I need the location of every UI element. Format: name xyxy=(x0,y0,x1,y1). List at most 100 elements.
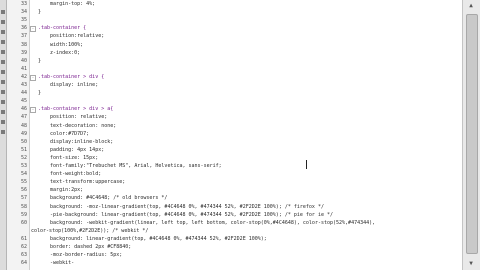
line-number: 64 xyxy=(20,260,27,266)
code-line[interactable]: 49 color:#7D7D7; xyxy=(0,130,462,138)
code-text[interactable]: background: -webkit-gradient(linear, lef… xyxy=(38,219,375,227)
line-number: 50 xyxy=(20,139,27,145)
line-number: 43 xyxy=(20,82,27,88)
line-number: 36 xyxy=(20,25,27,31)
code-line[interactable]: 56 margin:2px; xyxy=(0,186,462,194)
code-line[interactable]: 35 xyxy=(0,16,462,24)
text-cursor xyxy=(306,160,307,169)
line-number xyxy=(7,227,27,235)
line-number: 60 xyxy=(20,220,27,226)
line-number: 44 xyxy=(20,90,27,96)
vertical-scrollbar[interactable]: ▲ ▼ xyxy=(462,0,480,270)
code-line[interactable]: 61 background: linear-gradient(top, #4C4… xyxy=(0,235,462,243)
code-text[interactable]: font-size: 15px; xyxy=(38,154,98,162)
line-number: 61 xyxy=(20,236,27,242)
code-line[interactable]: 55 text-transform:uppercase; xyxy=(0,178,462,186)
code-text[interactable]: .tab-container { xyxy=(38,24,86,32)
line-number: 53 xyxy=(20,163,27,169)
code-text[interactable]: padding: 4px 14px; xyxy=(38,146,104,154)
code-line[interactable]: 45 xyxy=(0,97,462,105)
code-text[interactable]: background: linear-gradient(top, #4C4648… xyxy=(38,235,267,243)
code-text[interactable]: color:#7D7D7; xyxy=(38,130,89,138)
line-number: 63 xyxy=(20,252,27,258)
code-line[interactable]: 64 -webkit- xyxy=(0,259,462,267)
line-number: 54 xyxy=(20,171,27,177)
code-text[interactable]: -webkit- xyxy=(38,259,74,267)
code-line[interactable]: 37 position:relative; xyxy=(0,32,462,40)
code-line[interactable]: 41 xyxy=(0,65,462,73)
code-text[interactable]: -moz-border-radius: 5px; xyxy=(38,251,122,259)
line-number: 37 xyxy=(20,33,27,39)
code-line[interactable]: color-stop(100%,#2F2D2E)); /* webkit */ xyxy=(0,227,462,235)
code-line[interactable]: 60 background: -webkit-gradient(linear, … xyxy=(0,219,462,227)
code-line[interactable]: 43 display: inline; xyxy=(0,81,462,89)
line-number: 57 xyxy=(20,195,27,201)
code-line[interactable]: 38 width:100%; xyxy=(0,41,462,49)
line-number: 46 xyxy=(20,106,27,112)
code-text[interactable]: .tab-container > div > a{ xyxy=(38,105,113,113)
code-text[interactable]: text-transform:uppercase; xyxy=(38,178,125,186)
line-number: 48 xyxy=(20,123,27,129)
line-number: 38 xyxy=(20,42,27,48)
code-text[interactable]: display:inline-block; xyxy=(38,138,113,146)
code-line[interactable]: 34} xyxy=(0,8,462,16)
code-text[interactable]: color-stop(100%,#2F2D2E)); /* webkit */ xyxy=(31,227,148,235)
code-text[interactable]: width:100%; xyxy=(38,41,83,49)
scroll-down-icon[interactable]: ▼ xyxy=(466,260,476,268)
code-line[interactable]: 50 display:inline-block; xyxy=(0,138,462,146)
code-text[interactable]: .tab-container > div { xyxy=(38,73,104,81)
code-text[interactable]: text-decoration: none; xyxy=(38,122,116,130)
code-text[interactable]: position: relative; xyxy=(38,113,107,121)
code-text[interactable]: } xyxy=(38,8,41,16)
code-text[interactable]: font-weight:bold; xyxy=(38,170,101,178)
line-number: 62 xyxy=(20,244,27,250)
line-number: 39 xyxy=(20,50,27,56)
code-text[interactable]: z-index:0; xyxy=(38,49,80,57)
code-line[interactable]: 58 background: -moz-linear-gradient(top,… xyxy=(0,203,462,211)
line-number: 58 xyxy=(20,204,27,210)
code-line[interactable]: 46- .tab-container > div > a{ xyxy=(0,105,462,113)
code-text[interactable]: -pie-background: linear-gradient(top, #4… xyxy=(38,211,333,219)
code-line[interactable]: 54 font-weight:bold; xyxy=(0,170,462,178)
line-number: 34 xyxy=(20,9,27,15)
code-text[interactable]: position:relative; xyxy=(38,32,104,40)
line-number: 42 xyxy=(20,74,27,80)
line-number: 52 xyxy=(20,155,27,161)
code-line[interactable]: 62 border: dashed 2px #CF8840; xyxy=(0,243,462,251)
code-line[interactable]: 57 background: #4C4648; /* old browsers … xyxy=(0,194,462,202)
code-line[interactable]: 47 position: relative; xyxy=(0,113,462,121)
code-text[interactable]: margin:2px; xyxy=(38,186,83,194)
line-number: 45 xyxy=(20,98,27,104)
code-line[interactable]: 51 padding: 4px 14px; xyxy=(0,146,462,154)
code-line[interactable]: 48 text-decoration: none; xyxy=(0,122,462,130)
line-number: 59 xyxy=(20,212,27,218)
code-line[interactable]: 36- .tab-container { xyxy=(0,24,462,32)
code-line[interactable]: 63 -moz-border-radius: 5px; xyxy=(0,251,462,259)
code-line[interactable]: 44} xyxy=(0,89,462,97)
line-number: 51 xyxy=(20,147,27,153)
code-line[interactable]: 53 font-family:"Trebuchet MS", Arial, He… xyxy=(0,162,462,170)
code-text[interactable]: background: -moz-linear-gradient(top, #4… xyxy=(38,203,324,211)
line-number: 35 xyxy=(20,17,27,23)
code-line[interactable]: 59 -pie-background: linear-gradient(top,… xyxy=(0,211,462,219)
line-number: 49 xyxy=(20,131,27,137)
line-number: 56 xyxy=(20,187,27,193)
code-text[interactable]: } xyxy=(38,57,41,65)
code-text[interactable]: margin-top: 4%; xyxy=(38,0,95,8)
code-line[interactable]: 42- .tab-container > div { xyxy=(0,73,462,81)
code-line[interactable]: 52 font-size: 15px; xyxy=(0,154,462,162)
code-text[interactable]: display: inline; xyxy=(38,81,98,89)
code-line[interactable]: 33 margin-top: 4%; xyxy=(0,0,462,8)
scroll-up-icon[interactable]: ▲ xyxy=(466,2,476,10)
line-number: 33 xyxy=(20,1,27,7)
code-line[interactable]: 39 z-index:0; xyxy=(0,49,462,57)
code-text[interactable]: border: dashed 2px #CF8840; xyxy=(38,243,131,251)
code-text[interactable]: background: #4C4648; /* old browsers */ xyxy=(38,194,167,202)
line-number: 40 xyxy=(20,58,27,64)
code-text[interactable]: font-family:"Trebuchet MS", Arial, Helve… xyxy=(38,162,222,170)
line-number: 41 xyxy=(20,66,27,72)
code-line[interactable]: 40} xyxy=(0,57,462,65)
line-number: 47 xyxy=(20,114,27,120)
scrollbar-thumb[interactable] xyxy=(466,14,478,254)
code-text[interactable]: } xyxy=(38,89,41,97)
